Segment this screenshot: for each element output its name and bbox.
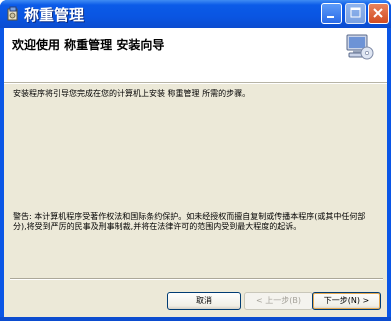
- wizard-header: 欢迎使用 称重管理 安装向导: [4, 28, 387, 83]
- maximize-icon: [350, 7, 361, 18]
- installer-window: 称重管理 欢迎使用 称重管理 安装向导 安装程序将引导您完成在您的计算机上安装 …: [0, 0, 391, 321]
- window-title: 称重管理: [24, 6, 85, 24]
- installer-app-icon: [7, 6, 18, 21]
- footer-divider-highlight: [10, 279, 383, 280]
- wizard-client-area: 欢迎使用 称重管理 安装向导 安装程序将引导您完成在您的计算机上安装 称重管理 …: [4, 28, 387, 317]
- close-button[interactable]: [368, 3, 389, 24]
- maximize-button: [345, 3, 366, 24]
- intro-text: 安装程序将引导您完成在您的计算机上安装 称重管理 所需的步骤。: [13, 89, 251, 98]
- minimize-icon: [327, 16, 334, 18]
- cancel-button[interactable]: 取消: [167, 292, 241, 310]
- close-icon: [373, 8, 383, 18]
- header-divider: [4, 83, 387, 84]
- computer-cd-icon: [346, 34, 374, 60]
- copyright-warning: 警告: 本计算机程序受著作权法和国际条约保护。如未经授权而擅自复制或传播本程序(…: [13, 212, 366, 231]
- title-bar[interactable]: 称重管理: [0, 0, 391, 28]
- wizard-title: 欢迎使用 称重管理 安装向导: [12, 38, 165, 52]
- window-frame-bottom: [0, 317, 391, 321]
- minimize-button[interactable]: [321, 3, 342, 24]
- back-button: < 上一步(B): [244, 292, 313, 310]
- next-button[interactable]: 下一步(N) >: [312, 292, 381, 310]
